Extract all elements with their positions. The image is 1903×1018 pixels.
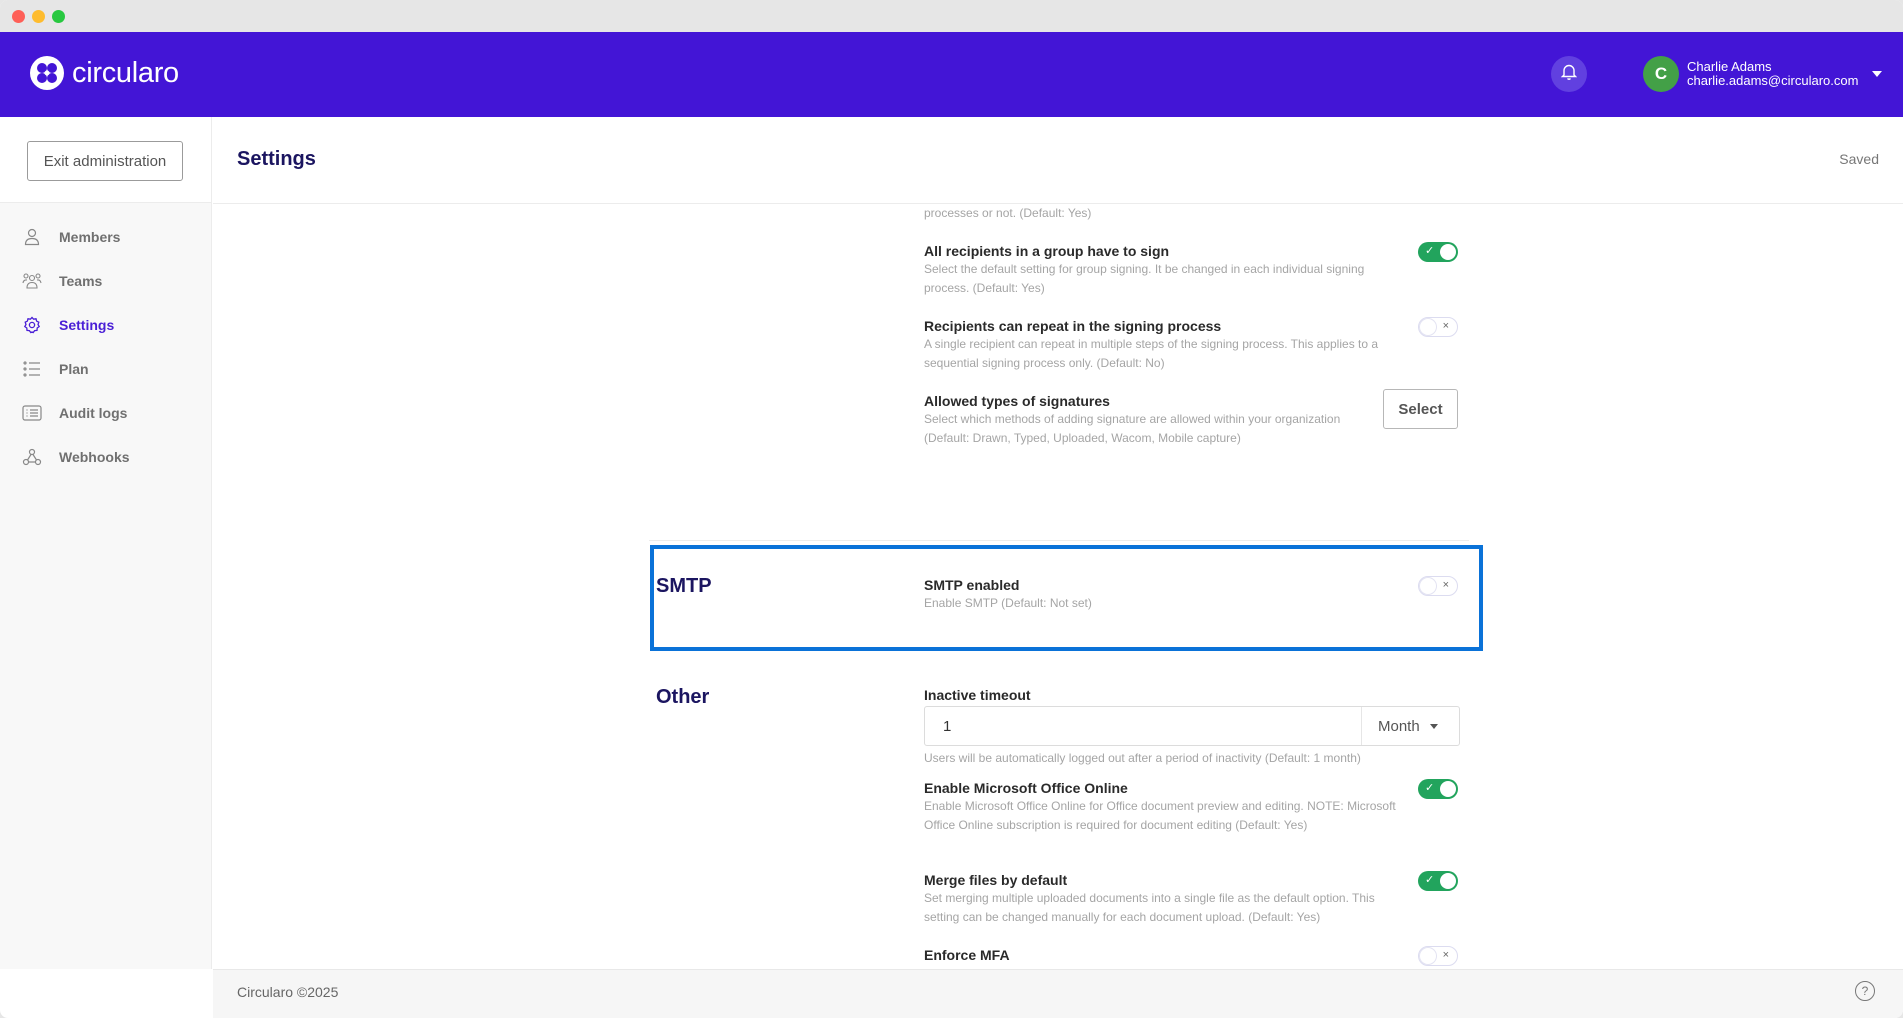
setting-group-signing: All recipients in a group have to sign S… — [924, 242, 1470, 298]
sidebar-item-teams[interactable]: Teams — [0, 259, 211, 303]
sidebar-item-plan[interactable]: Plan — [0, 347, 211, 391]
brand-logo[interactable]: circularo — [30, 56, 179, 90]
chevron-down-icon — [1872, 71, 1883, 77]
help-button[interactable]: ? — [1855, 981, 1875, 1001]
setting-inactive-timeout: Inactive timeout — [924, 686, 1470, 704]
audit-log-icon — [22, 403, 42, 423]
setting-title: Enable Microsoft Office Online — [924, 780, 1128, 796]
app-window: circularo C Charlie Adams charlie.adams@… — [0, 0, 1903, 1018]
save-status: Saved — [1839, 151, 1879, 167]
sidebar-item-label: Webhooks — [59, 449, 130, 465]
sidebar-item-audit-logs[interactable]: Audit logs — [0, 391, 211, 435]
list-icon — [22, 359, 42, 379]
enforce-mfa-toggle[interactable]: × — [1418, 946, 1458, 966]
setting-title: All recipients in a group have to sign — [924, 243, 1170, 259]
timeout-unit-value: Month — [1378, 717, 1420, 735]
title-bar — [0, 0, 1903, 32]
check-icon: ✓ — [1425, 874, 1435, 886]
timeout-unit-select[interactable]: Month — [1361, 707, 1459, 745]
settings-content[interactable]: processes or not. (Default: Yes) All rec… — [213, 204, 1903, 969]
gear-icon — [22, 315, 42, 335]
close-icon: × — [1442, 320, 1449, 332]
sidebar-item-label: Teams — [59, 273, 103, 289]
page-title: Settings — [237, 148, 316, 170]
setting-previous-partial: processes or not. (Default: Yes) — [924, 204, 1470, 223]
brand-name: circularo — [72, 56, 179, 89]
setting-title: Enforce MFA — [924, 947, 1010, 963]
sidebar: Exit administration Members Teams Settin… — [0, 117, 212, 969]
setting-description: Enable SMTP (Default: Not set) — [924, 596, 1092, 610]
check-icon: ✓ — [1425, 245, 1435, 257]
select-signature-types-button[interactable]: Select — [1383, 389, 1458, 429]
sidebar-item-members[interactable]: Members — [0, 215, 211, 259]
circularo-logo-icon — [30, 56, 64, 90]
inactive-timeout-field: Month — [924, 706, 1460, 746]
setting-merge-files: Merge files by default Set merging multi… — [924, 871, 1470, 927]
avatar: C — [1643, 56, 1679, 92]
copyright: Circularo ©2025 — [237, 984, 339, 1000]
setting-description: processes or not. (Default: Yes) — [924, 206, 1092, 220]
toggle-knob — [1440, 244, 1456, 260]
setting-enforce-mfa: Enforce MFA — [924, 946, 1470, 964]
toggle-knob — [1420, 578, 1436, 594]
main-panel: Settings Saved processes or not. (Defaul… — [213, 117, 1903, 969]
sidebar-item-webhooks[interactable]: Webhooks — [0, 435, 211, 479]
setting-description: A single recipient can repeat in multipl… — [924, 337, 1379, 370]
setting-office-online: Enable Microsoft Office Online Enable Mi… — [924, 779, 1470, 835]
group-signing-toggle[interactable]: ✓ — [1418, 242, 1458, 262]
setting-title: Recipients can repeat in the signing pro… — [924, 318, 1222, 334]
toggle-knob — [1420, 948, 1436, 964]
smtp-enabled-toggle[interactable]: × — [1418, 576, 1458, 596]
setting-title: Merge files by default — [924, 872, 1068, 888]
section-divider — [649, 540, 1469, 541]
setting-description: Enable Microsoft Office Online for Offic… — [924, 799, 1396, 832]
repeat-recipients-toggle[interactable]: × — [1418, 317, 1458, 337]
bell-icon — [1560, 63, 1578, 86]
sidebar-nav: Members Teams Settings Plan Audit logs W… — [0, 203, 211, 479]
chevron-down-icon — [1429, 723, 1438, 729]
notifications-button[interactable] — [1551, 56, 1587, 92]
inactive-timeout-input[interactable] — [925, 707, 1361, 745]
user-icon — [22, 227, 42, 247]
footer: Circularo ©2025 ? — [213, 969, 1903, 1018]
toggle-knob — [1420, 319, 1436, 335]
sidebar-item-label: Settings — [59, 317, 115, 333]
close-icon: × — [1442, 579, 1449, 591]
office-online-toggle[interactable]: ✓ — [1418, 779, 1458, 799]
users-group-icon — [22, 271, 42, 291]
app-bar: circularo C Charlie Adams charlie.adams@… — [0, 32, 1903, 117]
setting-description: Select which methods of adding signature… — [924, 412, 1341, 445]
toggle-knob — [1440, 781, 1456, 797]
minimize-window-button[interactable] — [32, 10, 45, 23]
inactive-timeout-hint: Users will be automatically logged out a… — [924, 751, 1361, 765]
webhook-icon — [22, 447, 42, 467]
sidebar-item-label: Members — [59, 229, 121, 245]
setting-repeat-recipients: Recipients can repeat in the signing pro… — [924, 317, 1470, 373]
check-icon: ✓ — [1425, 782, 1435, 794]
merge-files-toggle[interactable]: ✓ — [1418, 871, 1458, 891]
user-menu[interactable]: C Charlie Adams charlie.adams@circularo.… — [1643, 56, 1883, 92]
sidebar-top: Exit administration — [0, 117, 211, 203]
setting-smtp-enabled: SMTP enabled Enable SMTP (Default: Not s… — [924, 576, 1470, 613]
user-info: Charlie Adams charlie.adams@circularo.co… — [1687, 60, 1858, 88]
sidebar-item-label: Plan — [59, 361, 89, 377]
toggle-knob — [1440, 873, 1456, 889]
exit-administration-button[interactable]: Exit administration — [27, 141, 183, 181]
page-header: Settings Saved — [213, 117, 1903, 204]
smtp-section-title: SMTP — [656, 575, 712, 597]
sidebar-item-label: Audit logs — [59, 405, 128, 421]
setting-description: Set merging multiple uploaded documents … — [924, 891, 1375, 924]
setting-description: Select the default setting for group sig… — [924, 262, 1365, 295]
close-window-button[interactable] — [12, 10, 25, 23]
user-name: Charlie Adams — [1687, 59, 1772, 74]
user-email: charlie.adams@circularo.com — [1687, 73, 1859, 88]
help-icon: ? — [1861, 984, 1869, 998]
close-icon: × — [1442, 949, 1449, 961]
sidebar-item-settings[interactable]: Settings — [0, 303, 211, 347]
other-section-title: Other — [656, 686, 710, 708]
zoom-window-button[interactable] — [52, 10, 65, 23]
setting-title: Inactive timeout — [924, 687, 1031, 703]
setting-title: SMTP enabled — [924, 577, 1020, 593]
